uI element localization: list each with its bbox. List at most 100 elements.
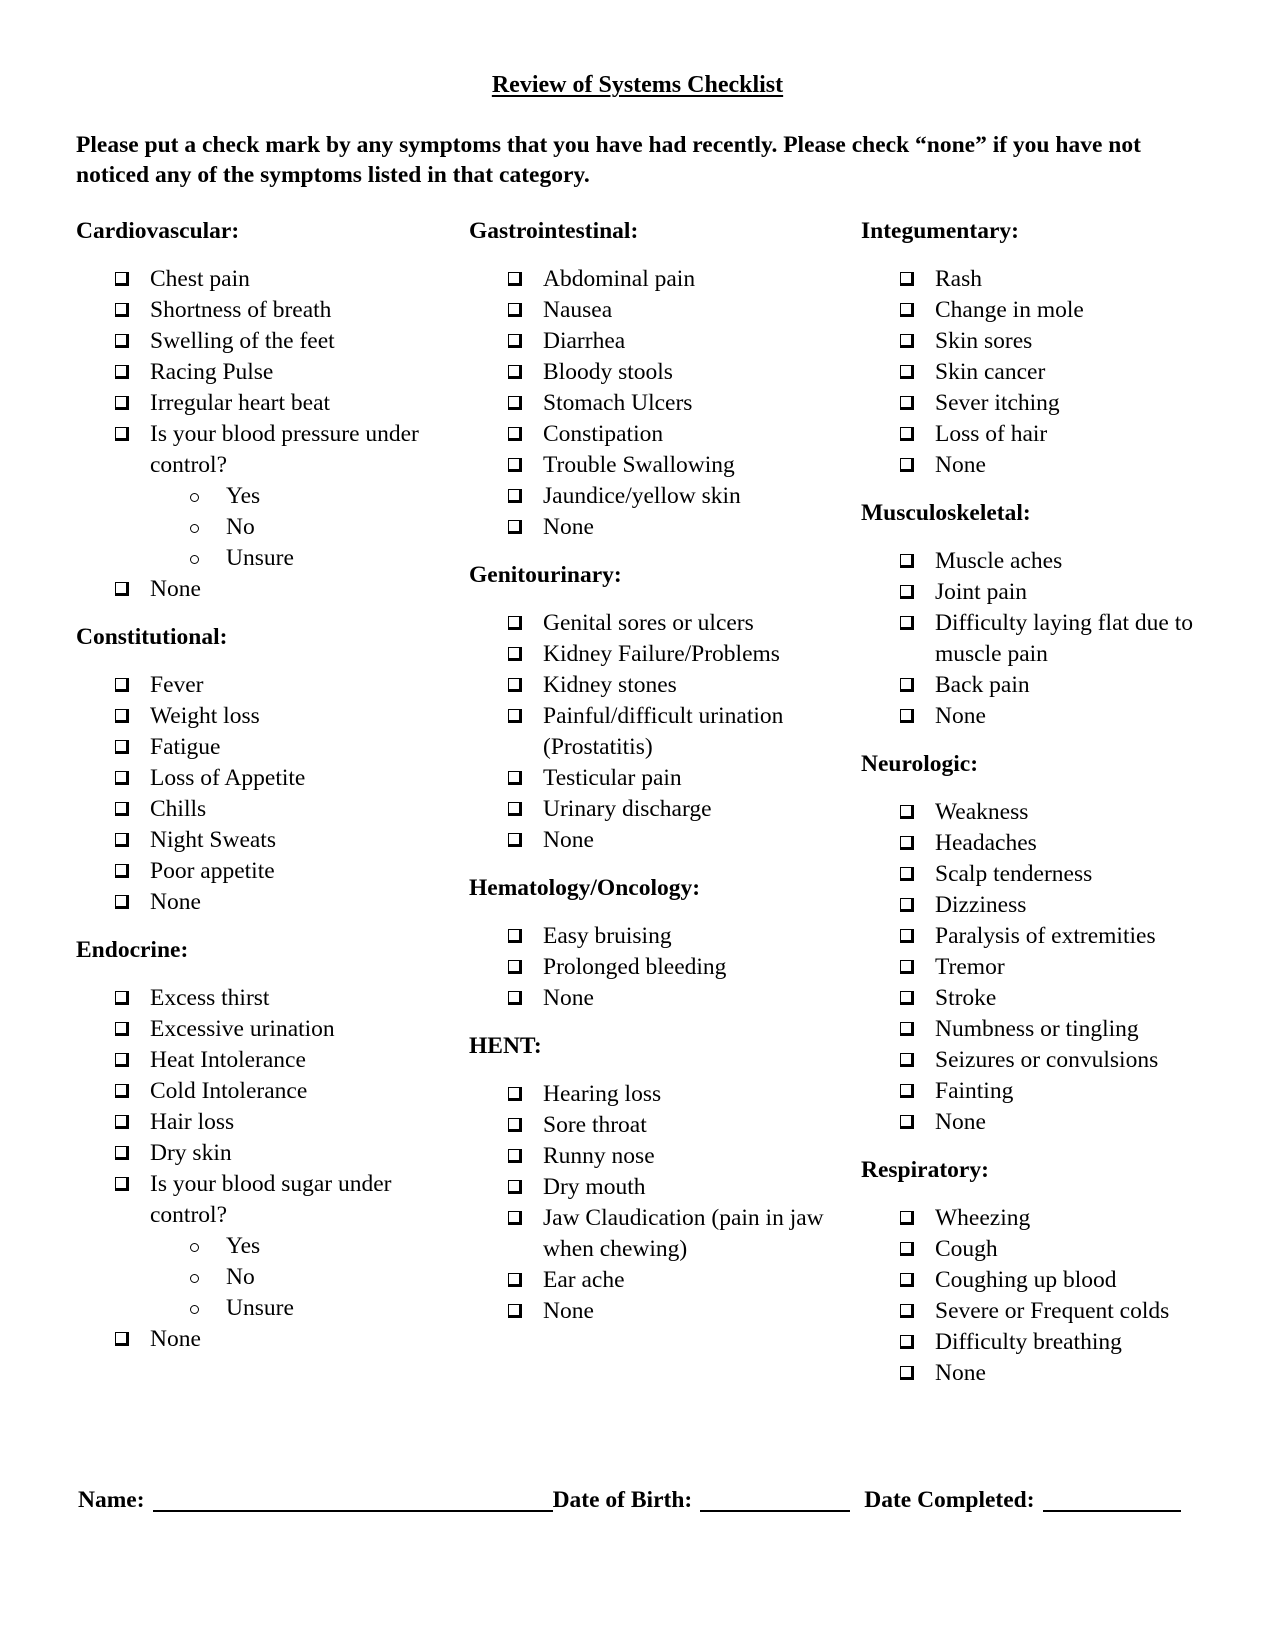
checkbox-icon[interactable] xyxy=(115,1022,129,1036)
checklist-item[interactable]: Constipation xyxy=(469,419,859,450)
checklist-item[interactable]: Urinary discharge xyxy=(469,794,859,825)
radio-option-no[interactable]: No xyxy=(76,1262,466,1293)
checkbox-icon[interactable] xyxy=(115,1332,129,1346)
checklist-item[interactable]: Dry mouth xyxy=(469,1172,859,1203)
checkbox-icon[interactable] xyxy=(900,898,914,912)
checkbox-icon[interactable] xyxy=(115,895,129,909)
checklist-item[interactable]: Numbness or tingling xyxy=(861,1014,1251,1045)
checklist-item[interactable]: Night Sweats xyxy=(76,825,466,856)
checklist-item[interactable]: Hearing loss xyxy=(469,1079,859,1110)
radio-option-no[interactable]: No xyxy=(76,512,466,543)
checkbox-icon[interactable] xyxy=(115,802,129,816)
checkbox-icon[interactable] xyxy=(900,1304,914,1318)
checkbox-icon[interactable] xyxy=(508,678,522,692)
checkbox-icon[interactable] xyxy=(508,1149,522,1163)
checklist-item[interactable]: Kidney stones xyxy=(469,670,859,701)
checkbox-icon[interactable] xyxy=(508,489,522,503)
radio-circle-icon[interactable] xyxy=(190,524,199,533)
checklist-item[interactable]: Painful/difficult urination (Prostatitis… xyxy=(469,701,859,763)
checkbox-icon[interactable] xyxy=(115,1084,129,1098)
checkbox-icon[interactable] xyxy=(115,1053,129,1067)
checklist-item[interactable]: Loss of hair xyxy=(861,419,1251,450)
checkbox-icon[interactable] xyxy=(508,709,522,723)
radio-circle-icon[interactable] xyxy=(190,1305,199,1314)
checkbox-icon[interactable] xyxy=(900,1115,914,1129)
checkbox-icon[interactable] xyxy=(508,396,522,410)
checkbox-icon[interactable] xyxy=(508,771,522,785)
checklist-item[interactable]: Jaw Claudication (pain in jaw when chewi… xyxy=(469,1203,859,1265)
checkbox-icon[interactable] xyxy=(115,833,129,847)
checkbox-icon[interactable] xyxy=(115,771,129,785)
checklist-item[interactable]: Stroke xyxy=(861,983,1251,1014)
checklist-item[interactable]: None xyxy=(469,825,859,856)
radio-option-unsure[interactable]: Unsure xyxy=(76,543,466,574)
checklist-item[interactable]: Difficulty breathing xyxy=(861,1327,1251,1358)
checkbox-icon[interactable] xyxy=(508,1304,522,1318)
checklist-item[interactable]: Joint pain xyxy=(861,577,1251,608)
checklist-item[interactable]: Chest pain xyxy=(76,264,466,295)
checklist-item[interactable]: Testicular pain xyxy=(469,763,859,794)
checklist-item[interactable]: Muscle aches xyxy=(861,546,1251,577)
checkbox-icon[interactable] xyxy=(115,303,129,317)
checklist-item[interactable]: Kidney Failure/Problems xyxy=(469,639,859,670)
checklist-item[interactable]: Coughing up blood xyxy=(861,1265,1251,1296)
checkbox-icon[interactable] xyxy=(900,960,914,974)
checkbox-icon[interactable] xyxy=(900,396,914,410)
checklist-item[interactable]: Hair loss xyxy=(76,1107,466,1138)
checklist-item[interactable]: Runny nose xyxy=(469,1141,859,1172)
checklist-item[interactable]: Heat Intolerance xyxy=(76,1045,466,1076)
checklist-item[interactable]: Abdominal pain xyxy=(469,264,859,295)
radio-circle-icon[interactable] xyxy=(190,493,199,502)
checklist-item[interactable]: Fainting xyxy=(861,1076,1251,1107)
checkbox-icon[interactable] xyxy=(115,864,129,878)
checklist-item[interactable]: None xyxy=(861,450,1251,481)
checklist-item[interactable]: Headaches xyxy=(861,828,1251,859)
checkbox-icon[interactable] xyxy=(115,1177,129,1191)
checkbox-icon[interactable] xyxy=(115,427,129,441)
checklist-item[interactable]: Diarrhea xyxy=(469,326,859,357)
checkbox-icon[interactable] xyxy=(900,334,914,348)
checklist-item[interactable]: Trouble Swallowing xyxy=(469,450,859,481)
checklist-item[interactable]: Fatigue xyxy=(76,732,466,763)
checklist-item[interactable]: Skin cancer xyxy=(861,357,1251,388)
checklist-item[interactable]: Back pain xyxy=(861,670,1251,701)
checklist-item[interactable]: Chills xyxy=(76,794,466,825)
checkbox-icon[interactable] xyxy=(900,1022,914,1036)
checklist-item[interactable]: Racing Pulse xyxy=(76,357,466,388)
checklist-item[interactable]: Genital sores or ulcers xyxy=(469,608,859,639)
checkbox-icon[interactable] xyxy=(900,1273,914,1287)
checkbox-icon[interactable] xyxy=(900,678,914,692)
checkbox-icon[interactable] xyxy=(508,1087,522,1101)
checklist-item[interactable]: Prolonged bleeding xyxy=(469,952,859,983)
checklist-item[interactable]: Fever xyxy=(76,670,466,701)
checklist-item[interactable]: Excessive urination xyxy=(76,1014,466,1045)
checkbox-icon[interactable] xyxy=(900,1053,914,1067)
checklist-item[interactable]: Weight loss xyxy=(76,701,466,732)
checklist-item[interactable]: Difficulty laying flat due to muscle pai… xyxy=(861,608,1251,670)
checklist-item[interactable]: Dizziness xyxy=(861,890,1251,921)
checkbox-icon[interactable] xyxy=(900,991,914,1005)
checkbox-icon[interactable] xyxy=(508,1211,522,1225)
checklist-item[interactable]: Change in mole xyxy=(861,295,1251,326)
checkbox-icon[interactable] xyxy=(115,1115,129,1129)
checkbox-icon[interactable] xyxy=(900,1211,914,1225)
checkbox-icon[interactable] xyxy=(900,867,914,881)
checkbox-icon[interactable] xyxy=(508,1180,522,1194)
radio-circle-icon[interactable] xyxy=(190,1274,199,1283)
checklist-item[interactable]: Sever itching xyxy=(861,388,1251,419)
checkbox-icon[interactable] xyxy=(900,1366,914,1380)
checklist-item[interactable]: None xyxy=(469,512,859,543)
checklist-item[interactable]: Bloody stools xyxy=(469,357,859,388)
date-completed-field[interactable] xyxy=(1042,1486,1181,1512)
checkbox-icon[interactable] xyxy=(508,929,522,943)
checkbox-icon[interactable] xyxy=(900,709,914,723)
checklist-item[interactable]: Seizures or convulsions xyxy=(861,1045,1251,1076)
checkbox-icon[interactable] xyxy=(115,582,129,596)
checklist-item[interactable]: Cold Intolerance xyxy=(76,1076,466,1107)
checkbox-icon[interactable] xyxy=(900,616,914,630)
name-field[interactable] xyxy=(152,1486,553,1512)
checkbox-icon[interactable] xyxy=(900,1084,914,1098)
checkbox-icon[interactable] xyxy=(900,427,914,441)
checklist-item[interactable]: Wheezing xyxy=(861,1203,1251,1234)
checkbox-icon[interactable] xyxy=(900,458,914,472)
